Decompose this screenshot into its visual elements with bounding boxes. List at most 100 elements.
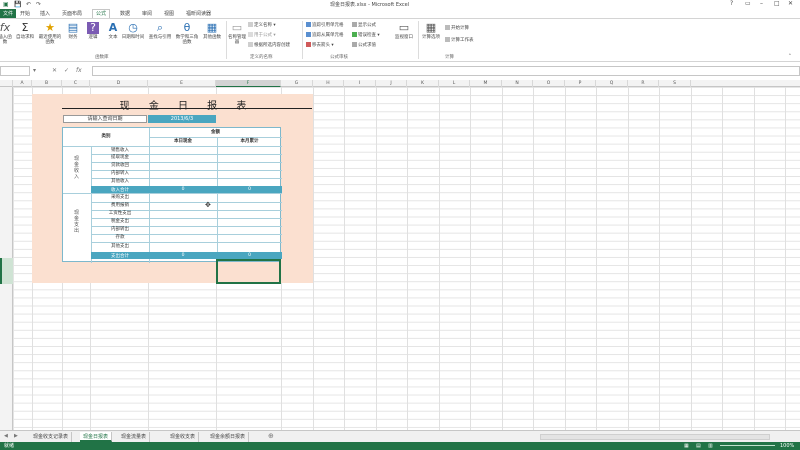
remove-arrows-button[interactable]: 移去箭头 ▾	[306, 42, 334, 48]
column-header[interactable]: D	[90, 80, 148, 87]
date-query-input[interactable]: 2013/6/3	[148, 115, 216, 123]
cancel-icon[interactable]: ✕	[52, 67, 57, 74]
financial-button[interactable]: ▤ 财务	[64, 22, 82, 41]
column-header-selected[interactable]: F	[216, 80, 281, 87]
header-today-cash: 本日现金	[174, 139, 192, 144]
redo-icon[interactable]: ↷	[36, 1, 41, 8]
define-name-button[interactable]: 定义名称 ▾	[248, 22, 276, 28]
maximize-icon[interactable]: □	[774, 0, 780, 7]
column-header[interactable]: S	[659, 80, 691, 87]
define-name-icon	[248, 22, 253, 27]
page-layout-view-icon[interactable]: ▤	[696, 442, 701, 450]
column-header[interactable]: J	[376, 80, 407, 87]
calculation-options-button[interactable]: ▦ 计算选项	[420, 22, 442, 41]
ribbon-display-icon[interactable]: ▭	[745, 0, 751, 7]
group-separator	[226, 21, 227, 59]
selected-cell-range[interactable]	[216, 259, 281, 284]
lookup-reference-button[interactable]: ⌕ 查找与引用	[146, 22, 174, 41]
horizontal-scrollbar[interactable]	[540, 434, 770, 440]
sheet-tab[interactable]: 现金余额日报表	[207, 432, 250, 442]
column-gridline	[565, 87, 566, 430]
tab-formulas[interactable]: 公式	[92, 9, 111, 18]
column-header[interactable]: E	[148, 80, 216, 87]
add-sheet-icon[interactable]: ⊕	[268, 432, 274, 440]
autosum-button[interactable]: Σ 自动求和	[14, 22, 36, 41]
math-trig-button[interactable]: θ 数学和三角函数	[174, 22, 200, 46]
sheet-tab[interactable]: 现金收支表	[167, 432, 200, 442]
tab-data[interactable]: 数据	[120, 10, 130, 17]
create-from-selection-button[interactable]: 根据所选内容创建	[248, 42, 290, 48]
income-section-label: 现金收入	[73, 156, 79, 180]
insert-function-button[interactable]: fx 插入函数	[0, 22, 13, 46]
show-formulas-button[interactable]: 显示公式	[352, 22, 376, 28]
sheet-tab-active[interactable]: 现金日报表	[80, 432, 113, 442]
column-header[interactable]: O	[533, 80, 565, 87]
tab-review[interactable]: 审阅	[142, 10, 152, 17]
evaluate-formula-icon	[352, 42, 357, 47]
close-icon[interactable]: ✕	[788, 0, 793, 7]
column-header[interactable]: Q	[596, 80, 628, 87]
name-manager-button[interactable]: ▭ 名称管理器	[228, 22, 246, 46]
sheet-prev-icon[interactable]: ◀	[4, 433, 8, 439]
watch-window-button[interactable]: ▭ 监视窗口	[392, 22, 416, 41]
enter-icon[interactable]: ✓	[64, 67, 69, 74]
title-bar: ▣ 💾 ↶ ↷ 现金日报表.xlsx - Microsoft Excel ? ▭…	[0, 0, 800, 9]
evaluate-formula-button[interactable]: 公式求值	[352, 42, 376, 48]
expense-total-today: 0	[181, 253, 185, 258]
column-header[interactable]: N	[502, 80, 533, 87]
sheet-next-icon[interactable]: ▶	[14, 433, 18, 439]
error-checking-button[interactable]: 错误检查 ▾	[352, 32, 380, 38]
tab-page-layout[interactable]: 页面布局	[62, 10, 82, 17]
row-header-selected[interactable]	[0, 258, 13, 284]
name-box[interactable]	[0, 66, 30, 76]
group-label-defined-names: 定义的名称	[250, 55, 273, 60]
tab-file[interactable]: 文件	[0, 9, 17, 18]
column-header[interactable]: H	[313, 80, 344, 87]
column-header[interactable]: A	[13, 80, 32, 87]
column-gridline	[596, 87, 597, 430]
column-header[interactable]: B	[32, 80, 62, 87]
zoom-slider[interactable]	[720, 445, 775, 446]
undo-icon[interactable]: ↶	[26, 1, 31, 8]
logical-button[interactable]: ? 逻辑	[84, 22, 102, 40]
normal-view-icon[interactable]: ▦	[684, 442, 689, 450]
tab-home[interactable]: 开始	[20, 10, 30, 17]
column-header[interactable]: L	[439, 80, 470, 87]
help-icon[interactable]: ?	[730, 0, 733, 7]
date-time-button[interactable]: ◷ 日期和时间	[120, 22, 146, 41]
expense-item: 内部转出	[111, 227, 129, 232]
formula-input[interactable]	[92, 66, 800, 76]
column-header[interactable]: K	[407, 80, 439, 87]
page-break-view-icon[interactable]: ▥	[708, 442, 713, 450]
column-header[interactable]: I	[344, 80, 376, 87]
collapse-ribbon-icon[interactable]: ⌃	[788, 54, 792, 59]
use-in-formula-button[interactable]: 用于公式 ▾	[248, 32, 276, 38]
tab-foxit[interactable]: 福昕阅读器	[186, 10, 211, 17]
sheet-tab[interactable]: 现金流量表	[118, 432, 151, 442]
column-header[interactable]: G	[281, 80, 313, 87]
recent-functions-button[interactable]: ★ 最近使用的函数	[37, 22, 63, 46]
more-functions-button[interactable]: ▦ 其他函数	[200, 22, 224, 41]
column-gridline	[533, 87, 534, 430]
insert-function-icon[interactable]: fx	[76, 67, 82, 74]
column-header[interactable]: C	[62, 80, 90, 87]
namebox-dropdown-icon[interactable]: ▾	[33, 67, 36, 74]
column-header[interactable]: P	[565, 80, 596, 87]
zoom-level[interactable]: 100%	[780, 442, 794, 450]
minimize-icon[interactable]: –	[760, 0, 763, 7]
income-total-month: 0	[248, 187, 251, 192]
column-header[interactable]: R	[628, 80, 659, 87]
calculate-now-button[interactable]: 开始计算	[445, 25, 469, 31]
formula-bar: ▾ ✕ ✓ fx	[0, 66, 800, 77]
column-gridline	[691, 87, 692, 430]
sheet-tab[interactable]: 现金收支记录表	[30, 432, 73, 442]
trace-precedents-button[interactable]: 追踪引用单元格	[306, 22, 344, 28]
tab-insert[interactable]: 插入	[40, 10, 50, 17]
column-header[interactable]: M	[470, 80, 502, 87]
tab-view[interactable]: 视图	[164, 10, 174, 17]
calculate-sheet-button[interactable]: 计算工作表	[445, 37, 474, 43]
trace-dependents-icon	[306, 32, 311, 37]
trace-dependents-button[interactable]: 追踪从属单元格	[306, 32, 344, 38]
save-icon[interactable]: 💾	[14, 1, 21, 8]
select-all-corner[interactable]	[0, 80, 13, 87]
